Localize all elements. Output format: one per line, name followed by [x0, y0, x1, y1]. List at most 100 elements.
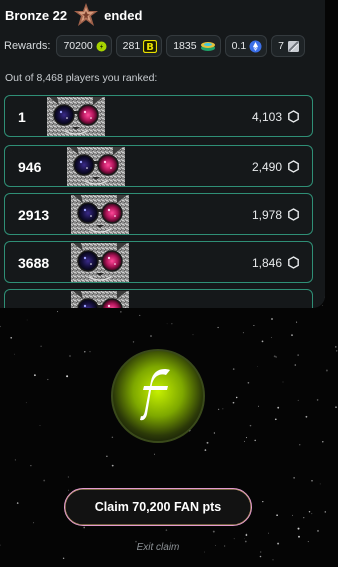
hexagon-icon [288, 208, 299, 221]
star [39, 425, 41, 426]
star [213, 432, 216, 434]
league-name: Bronze 22 [5, 7, 68, 23]
star [275, 356, 277, 358]
star [132, 341, 135, 343]
league-header: Bronze 22 ended [5, 2, 142, 28]
rewards-bar: Rewards: 70200 281 B 1835 0.1 7 [4, 35, 309, 57]
star [259, 555, 262, 558]
hexagon-icon [288, 110, 299, 123]
star [25, 402, 27, 404]
star [317, 529, 319, 532]
star [106, 455, 108, 457]
row-score: 1,978 [251, 208, 282, 222]
star [299, 444, 301, 446]
star [165, 529, 168, 531]
reward-value: 0.1 [231, 40, 247, 52]
ranking-row[interactable]: 3688 1,846 [4, 241, 313, 283]
star [325, 369, 328, 372]
star [262, 500, 264, 503]
league-status: ended [104, 7, 143, 23]
star [204, 449, 207, 451]
fan-icon [96, 41, 107, 51]
star [232, 401, 235, 404]
star [235, 396, 238, 399]
cat-avatar [71, 195, 129, 234]
star [33, 522, 35, 524]
star [244, 440, 245, 442]
cat-avatar [67, 147, 125, 186]
star [40, 345, 42, 347]
star [166, 323, 168, 325]
reward-chip-cards: 7 [271, 35, 306, 57]
star [66, 375, 69, 378]
row-rank: 2913 [18, 207, 50, 223]
star [297, 527, 300, 530]
eth-icon [249, 40, 262, 52]
star [256, 365, 258, 367]
star [316, 399, 319, 401]
star [249, 424, 252, 427]
exit-claim-link[interactable]: Exit claim [0, 542, 316, 553]
star [277, 406, 280, 409]
star [57, 311, 59, 313]
star [84, 351, 86, 353]
ranking-list[interactable]: 1 4,103 946 2,490 2913 1,978 3688 1,846 [4, 95, 313, 308]
ranking-row[interactable]: 1 4,103 [4, 95, 313, 137]
star [297, 399, 299, 401]
star [253, 324, 255, 327]
hexagon-icon [288, 256, 299, 269]
star [139, 314, 141, 316]
star [154, 453, 155, 455]
reward-chip-eth: 0.1 [224, 35, 268, 57]
reward-value: 281 [122, 40, 141, 52]
star [43, 479, 46, 482]
results-panel: Bronze 22 ended Rewards: 70200 281 B 183… [0, 0, 325, 308]
star [171, 323, 173, 325]
star [212, 530, 215, 533]
star [150, 335, 152, 337]
star [14, 459, 16, 461]
star [120, 311, 122, 313]
claim-button[interactable]: Claim 70,200 FAN pts [64, 488, 252, 526]
star [311, 513, 313, 515]
star [297, 354, 299, 356]
ranking-row[interactable]: 2913 1,978 [4, 193, 313, 235]
bronze-star-icon [74, 3, 99, 26]
star [69, 355, 71, 357]
star [322, 441, 324, 443]
star [335, 346, 337, 348]
star [217, 408, 220, 411]
reward-chip-coins: 1835 [166, 35, 221, 57]
b-token-icon: B [143, 39, 158, 53]
star [308, 510, 311, 513]
cat-avatar [47, 97, 105, 136]
star [222, 408, 224, 410]
cat-avatar [71, 243, 129, 282]
star [16, 502, 19, 504]
star [335, 406, 337, 408]
cat-avatar [71, 291, 129, 308]
star [245, 534, 248, 536]
fan-coin-icon [111, 349, 205, 443]
ranking-summary: Out of 8,468 players you ranked: [5, 72, 158, 84]
star [258, 405, 259, 407]
star [268, 532, 269, 534]
star [206, 441, 209, 444]
star [282, 381, 284, 383]
ranking-row-partial[interactable] [4, 289, 313, 308]
star [34, 374, 36, 377]
star [335, 350, 338, 352]
star [324, 511, 327, 513]
star [217, 326, 219, 329]
row-score: 1,846 [251, 256, 282, 270]
star [68, 489, 69, 491]
star [62, 557, 65, 559]
star [254, 439, 256, 442]
star [26, 319, 28, 321]
star [111, 464, 114, 467]
reward-chip-fan: 70200 [56, 35, 112, 57]
reward-chip-b: 281 B [115, 35, 163, 57]
ranking-row[interactable]: 946 2,490 [4, 145, 313, 187]
hexagon-icon [288, 160, 299, 173]
star [261, 340, 264, 343]
